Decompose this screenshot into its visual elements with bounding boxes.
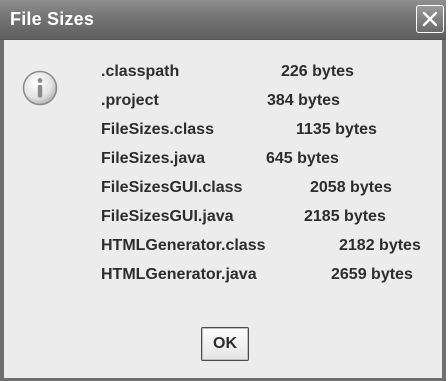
- file-name: FileSizes.class: [101, 121, 214, 138]
- file-size: 645 bytes: [266, 150, 339, 167]
- info-icon: [22, 70, 58, 106]
- file-row: .classpath 226 bytes: [101, 63, 446, 92]
- file-name: HTMLGenerator.java: [101, 266, 257, 283]
- ok-button[interactable]: OK: [201, 327, 249, 361]
- file-row: FileSizes.java 645 bytes: [101, 150, 446, 179]
- file-size: 2182 bytes: [339, 237, 421, 254]
- file-list: .classpath 226 bytes .project 384 bytes File…: [101, 63, 446, 295]
- window-title: File Sizes: [10, 9, 95, 29]
- file-name: FileSizesGUI.class: [101, 179, 243, 196]
- file-name: FileSizesGUI.java: [101, 208, 234, 225]
- title-bar[interactable]: File Sizes: [0, 0, 446, 40]
- file-sizes-dialog: File Sizes .classpath 226 bytes .project 38…: [0, 0, 446, 381]
- close-button[interactable]: [416, 5, 444, 33]
- file-row: FileSizes.class 1135 bytes: [101, 121, 446, 150]
- file-row: FileSizesGUI.java 2185 bytes: [101, 208, 446, 237]
- file-row: HTMLGenerator.class 2182 bytes: [101, 237, 446, 266]
- file-size: 384 bytes: [267, 92, 340, 109]
- file-size: 1135 bytes: [296, 121, 377, 138]
- file-size: 226 bytes: [281, 63, 354, 80]
- file-size: 2058 bytes: [310, 179, 392, 196]
- file-row: FileSizesGUI.class 2058 bytes: [101, 179, 446, 208]
- close-icon: [422, 11, 438, 27]
- file-size: 2659 bytes: [331, 266, 413, 283]
- file-name: .classpath: [101, 63, 180, 80]
- file-name: HTMLGenerator.class: [101, 237, 266, 254]
- file-row: .project 384 bytes: [101, 92, 446, 121]
- file-size: 2185 bytes: [304, 208, 386, 225]
- file-row: HTMLGenerator.java 2659 bytes: [101, 266, 446, 295]
- file-name: .project: [101, 92, 159, 109]
- file-name: FileSizes.java: [101, 150, 206, 167]
